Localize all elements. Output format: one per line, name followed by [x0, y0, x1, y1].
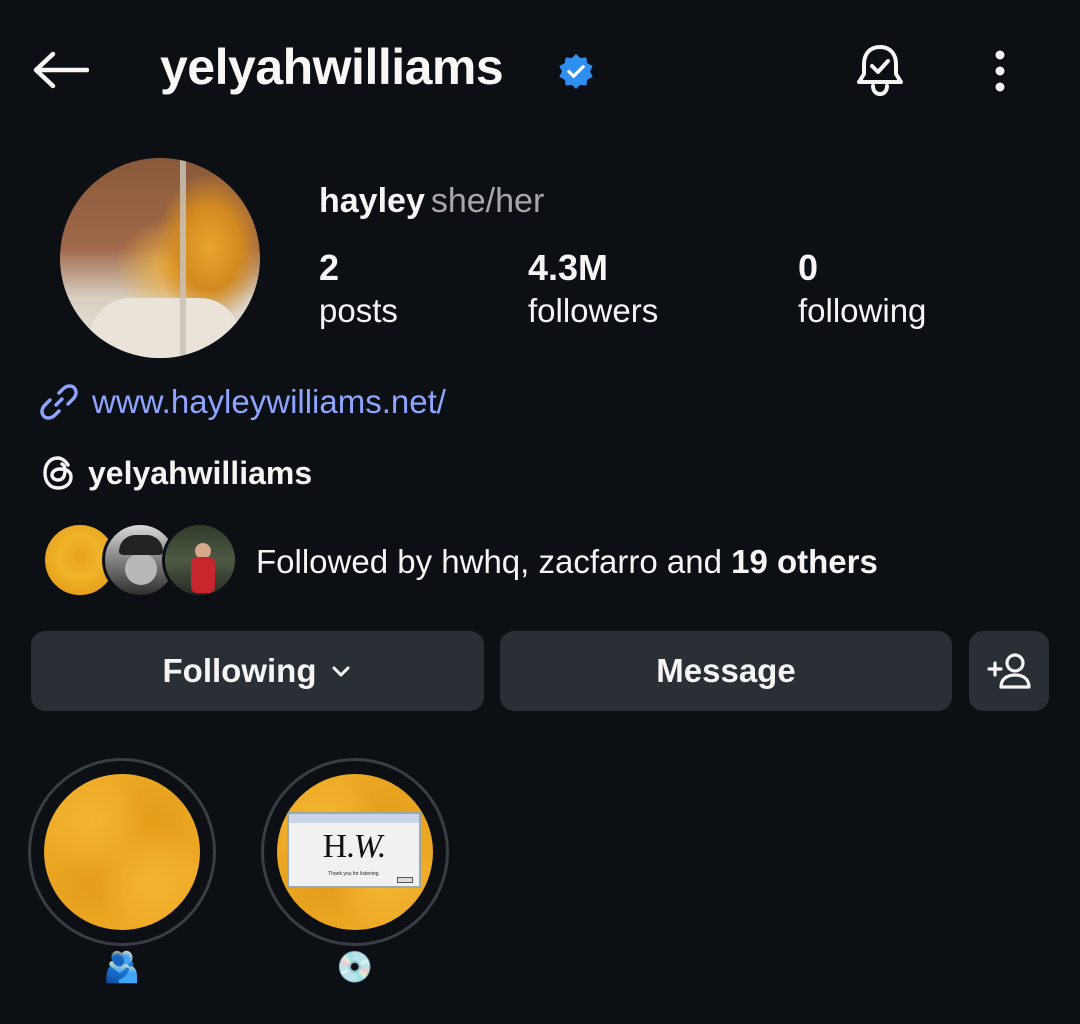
bell-check-icon	[857, 45, 903, 97]
website-link[interactable]: www.hayleywilliams.net/	[40, 380, 446, 424]
message-button[interactable]: Message	[500, 631, 952, 711]
mutual-followers-avatars[interactable]	[42, 522, 238, 600]
highlight-cover	[44, 774, 200, 930]
notifications-button[interactable]	[850, 40, 910, 100]
chevron-down-icon	[330, 660, 352, 682]
mutual-avatar-other	[162, 522, 238, 598]
posts-label: posts	[319, 292, 398, 329]
threads-handle: yelyahwilliams	[88, 454, 313, 491]
mutual-avatar-face	[125, 553, 157, 585]
add-user-icon	[987, 653, 1031, 689]
followers-label: followers	[528, 292, 659, 329]
back-arrow-icon	[33, 51, 89, 89]
highlight-cover: H.W. Thank you for listening.	[277, 774, 433, 930]
posts-count: 2	[319, 247, 340, 288]
mutual-avatar-person	[191, 557, 215, 593]
more-options-button[interactable]	[975, 44, 1025, 98]
following-button-label: Following	[162, 652, 317, 689]
following-stat[interactable]: 0 following	[798, 248, 926, 334]
avatar-pole	[180, 158, 186, 358]
followers-count: 4.3M	[528, 247, 609, 288]
verified-badge-icon	[559, 53, 593, 90]
highlight-title: 🫂	[103, 951, 141, 984]
following-button[interactable]: Following	[31, 631, 484, 711]
message-button-label: Message	[656, 652, 796, 689]
profile-pronouns: she/her	[430, 182, 545, 220]
following-count: 0	[798, 247, 819, 288]
hw-window-graphic: H.W. Thank you for listening.	[287, 812, 421, 888]
hw-logo-main: H.	[322, 828, 355, 865]
following-label: following	[798, 292, 927, 329]
threads-icon	[43, 456, 73, 490]
story-highlight[interactable]: H.W. Thank you for listening.	[261, 758, 449, 946]
followed-by-prefix: Followed by hwhq, zacfarro and	[256, 543, 732, 580]
window-ok-button	[397, 877, 413, 883]
window-titlebar	[289, 814, 419, 823]
back-button[interactable]	[28, 44, 92, 96]
threads-badge[interactable]: yelyahwilliams	[42, 452, 312, 494]
hw-logo: H.W.	[289, 828, 419, 866]
profile-avatar[interactable]	[60, 158, 260, 358]
story-highlight[interactable]	[28, 758, 216, 946]
hw-logo-italic: W.	[353, 828, 387, 865]
link-icon	[40, 384, 78, 420]
followed-by-others: 19 others	[731, 543, 878, 580]
profile-page: yelyahwilliams hayley she/her 2 posts 4.3…	[0, 0, 1080, 1024]
posts-stat[interactable]: 2 posts	[319, 248, 398, 334]
profile-name: hayley	[319, 182, 425, 220]
website-link-text: www.hayleywilliams.net/	[92, 383, 446, 420]
profile-name-line: hayley she/her	[319, 182, 544, 221]
followed-by-text[interactable]: Followed by hwhq, zacfarro and 19 others	[256, 543, 878, 581]
page-title: yelyahwilliams	[160, 39, 504, 95]
followers-stat[interactable]: 4.3M followers	[528, 248, 658, 334]
mutual-avatar-cap	[119, 535, 163, 555]
more-vertical-icon	[995, 50, 1005, 92]
avatar-shirt	[90, 298, 240, 358]
highlight-title: 💿	[336, 951, 374, 984]
suggested-users-button[interactable]	[969, 631, 1049, 711]
